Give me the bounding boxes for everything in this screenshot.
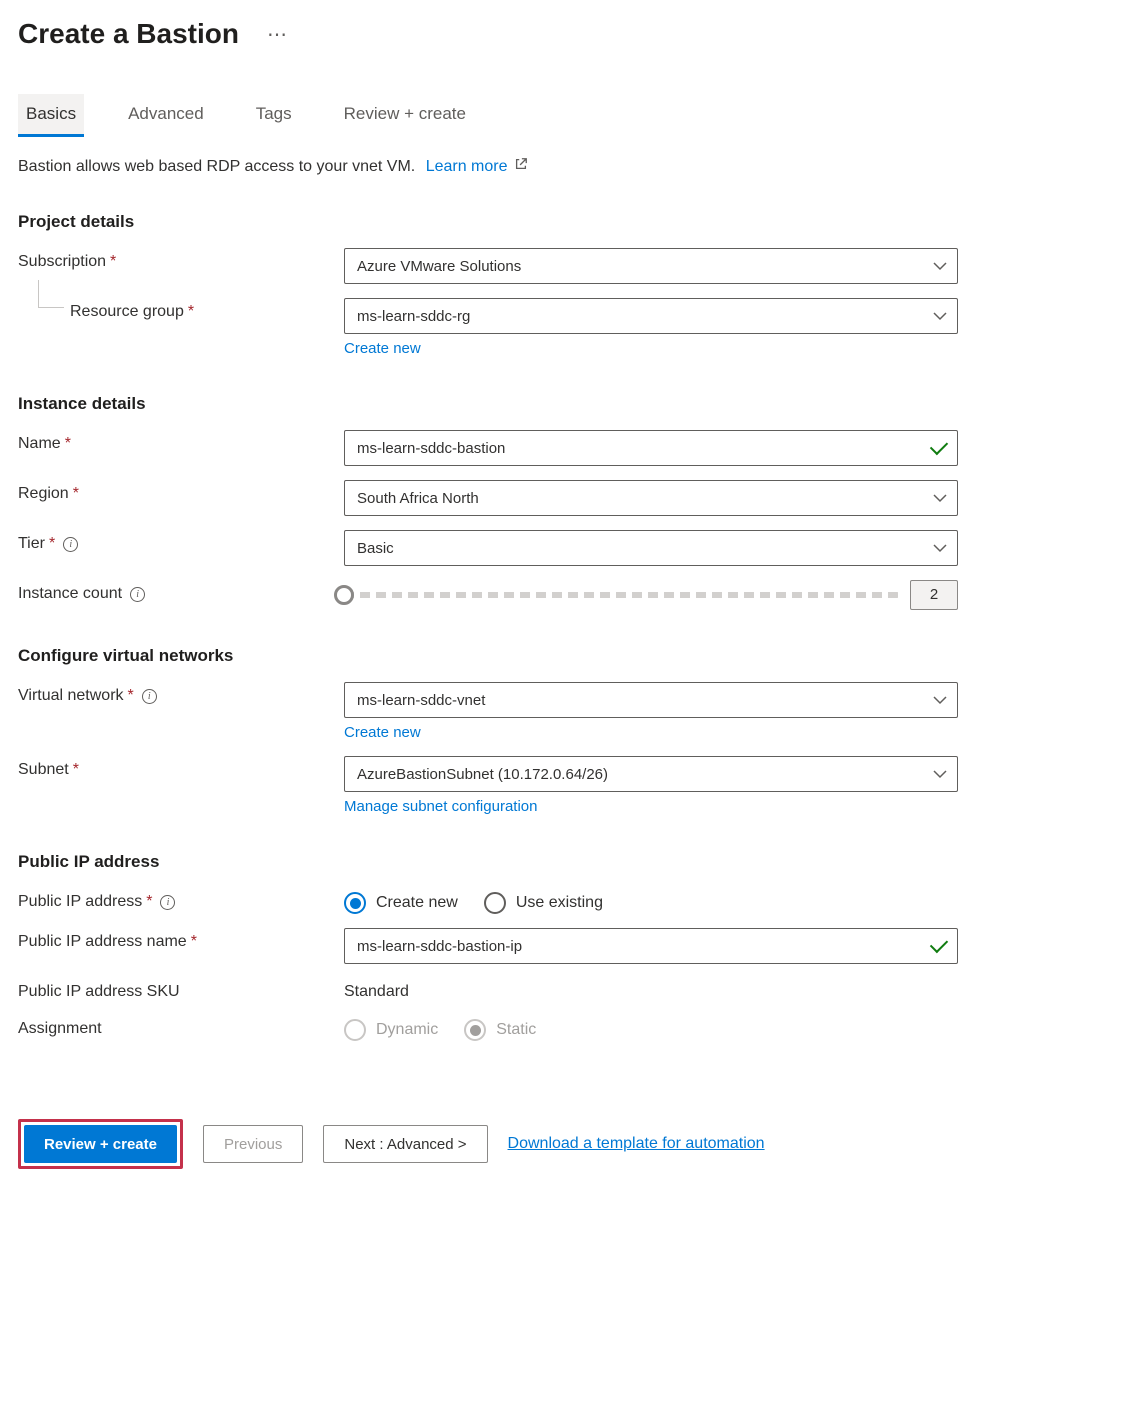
radio-static: Static xyxy=(464,1019,536,1041)
subscription-select[interactable]: Azure VMware Solutions xyxy=(344,248,958,284)
chevron-down-icon xyxy=(933,261,947,271)
public-ip-name-value: ms-learn-sddc-bastion-ip xyxy=(357,938,522,955)
tab-basics[interactable]: Basics xyxy=(18,94,84,137)
subnet-label: Subnet xyxy=(18,761,69,779)
vnet-select[interactable]: ms-learn-sddc-vnet xyxy=(344,682,958,718)
resource-group-label: Resource group xyxy=(70,303,184,321)
chevron-down-icon xyxy=(933,311,947,321)
required-indicator: * xyxy=(191,933,197,951)
tabs-bar: Basics Advanced Tags Review + create xyxy=(0,58,1131,137)
subscription-label: Subscription xyxy=(18,253,106,271)
tab-advanced[interactable]: Advanced xyxy=(120,94,212,137)
public-ip-sku-label: Public IP address SKU xyxy=(18,983,180,1001)
instance-count-value: 2 xyxy=(910,580,958,610)
region-label: Region xyxy=(18,485,69,503)
required-indicator: * xyxy=(110,253,116,271)
review-create-button[interactable]: Review + create xyxy=(24,1125,177,1163)
instance-count-label: Instance count xyxy=(18,585,122,603)
radio-static-label: Static xyxy=(496,1021,536,1039)
section-public-ip: Public IP address xyxy=(18,852,1113,872)
section-virtual-networks: Configure virtual networks xyxy=(18,646,1113,666)
chevron-down-icon xyxy=(933,769,947,779)
radio-dynamic-label: Dynamic xyxy=(376,1021,438,1039)
tab-tags[interactable]: Tags xyxy=(248,94,300,137)
highlight-box: Review + create xyxy=(18,1119,183,1169)
section-project-details: Project details xyxy=(18,212,1113,232)
name-input[interactable]: ms-learn-sddc-bastion xyxy=(344,430,958,466)
required-indicator: * xyxy=(146,893,152,911)
radio-circle-icon xyxy=(344,892,366,914)
radio-circle-icon xyxy=(484,892,506,914)
radio-use-existing[interactable]: Use existing xyxy=(484,892,603,914)
info-icon[interactable]: i xyxy=(142,689,157,704)
chevron-down-icon xyxy=(933,695,947,705)
required-indicator: * xyxy=(65,435,71,453)
required-indicator: * xyxy=(73,761,79,779)
vnet-label: Virtual network xyxy=(18,687,124,705)
vnet-value: ms-learn-sddc-vnet xyxy=(357,692,485,709)
assignment-label: Assignment xyxy=(18,1020,102,1038)
chevron-down-icon xyxy=(933,543,947,553)
learn-more-link[interactable]: Learn more xyxy=(426,158,508,175)
info-icon[interactable]: i xyxy=(130,587,145,602)
public-ip-name-input[interactable]: ms-learn-sddc-bastion-ip xyxy=(344,928,958,964)
radio-dynamic: Dynamic xyxy=(344,1019,438,1041)
radio-use-existing-label: Use existing xyxy=(516,894,603,912)
region-select[interactable]: South Africa North xyxy=(344,480,958,516)
description-text: Bastion allows web based RDP access to y… xyxy=(18,158,415,175)
subnet-select[interactable]: AzureBastionSubnet (10.172.0.64/26) xyxy=(344,756,958,792)
radio-circle-icon xyxy=(344,1019,366,1041)
section-instance-details: Instance details xyxy=(18,394,1113,414)
subnet-value: AzureBastionSubnet (10.172.0.64/26) xyxy=(357,766,608,783)
more-icon[interactable]: ⋯ xyxy=(267,22,287,47)
page-title: Create a Bastion xyxy=(18,18,239,50)
instance-count-slider[interactable] xyxy=(344,592,900,598)
create-new-vnet-link[interactable]: Create new xyxy=(344,724,421,741)
info-icon[interactable]: i xyxy=(160,895,175,910)
radio-create-new-label: Create new xyxy=(376,894,458,912)
external-link-icon xyxy=(514,159,528,174)
name-value: ms-learn-sddc-bastion xyxy=(357,440,505,457)
public-ip-address-label: Public IP address xyxy=(18,893,142,911)
required-indicator: * xyxy=(128,687,134,705)
public-ip-sku-value: Standard xyxy=(344,978,958,1001)
tier-select[interactable]: Basic xyxy=(344,530,958,566)
radio-create-new[interactable]: Create new xyxy=(344,892,458,914)
required-indicator: * xyxy=(73,485,79,503)
create-new-rg-link[interactable]: Create new xyxy=(344,340,421,357)
download-template-link[interactable]: Download a template for automation xyxy=(508,1135,765,1153)
resource-group-select[interactable]: ms-learn-sddc-rg xyxy=(344,298,958,334)
manage-subnet-link[interactable]: Manage subnet configuration xyxy=(344,798,537,815)
public-ip-name-label: Public IP address name xyxy=(18,933,187,951)
indent-line xyxy=(38,280,64,308)
description: Bastion allows web based RDP access to y… xyxy=(0,137,1131,176)
next-button[interactable]: Next : Advanced > xyxy=(323,1125,487,1163)
region-value: South Africa North xyxy=(357,490,479,507)
required-indicator: * xyxy=(49,535,55,553)
tier-label: Tier xyxy=(18,535,45,553)
subscription-value: Azure VMware Solutions xyxy=(357,258,521,275)
slider-thumb[interactable] xyxy=(334,585,354,605)
radio-circle-icon xyxy=(464,1019,486,1041)
tier-value: Basic xyxy=(357,540,394,557)
resource-group-value: ms-learn-sddc-rg xyxy=(357,308,470,325)
tab-review-create[interactable]: Review + create xyxy=(336,94,474,137)
previous-button[interactable]: Previous xyxy=(203,1125,303,1163)
chevron-down-icon xyxy=(933,493,947,503)
required-indicator: * xyxy=(188,303,194,321)
info-icon[interactable]: i xyxy=(63,537,78,552)
name-label: Name xyxy=(18,435,61,453)
